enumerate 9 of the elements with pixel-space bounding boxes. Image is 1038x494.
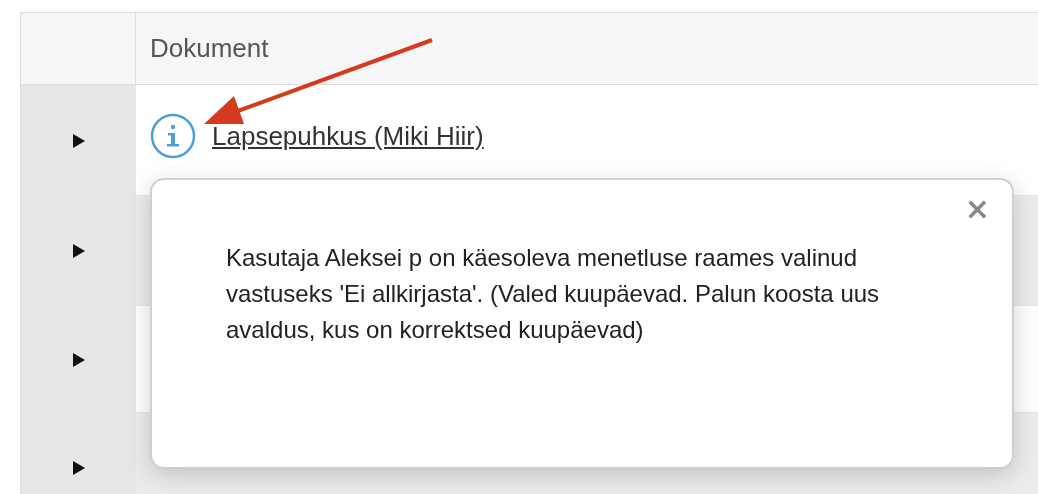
column-header: Dokument [136, 13, 1038, 85]
expand-triangle-icon[interactable] [71, 460, 86, 476]
info-icon[interactable] [150, 113, 196, 159]
expand-triangle-icon[interactable] [71, 243, 86, 259]
expand-triangle-icon[interactable] [71, 132, 86, 149]
document-link[interactable]: Lapsepuhkus (Miki Hiir) [212, 120, 484, 152]
expand-triangle-icon[interactable] [71, 351, 86, 368]
popover-message: Kasutaja Aleksei p on käesoleva menetluse raames valinud vastuseks 'Ei allkirjasta'. (Valed kuupäevad. Palun koosta uus avaldus, kus on korrektsed kuupäevad) [226, 243, 881, 345]
close-button[interactable]: × [960, 194, 994, 224]
